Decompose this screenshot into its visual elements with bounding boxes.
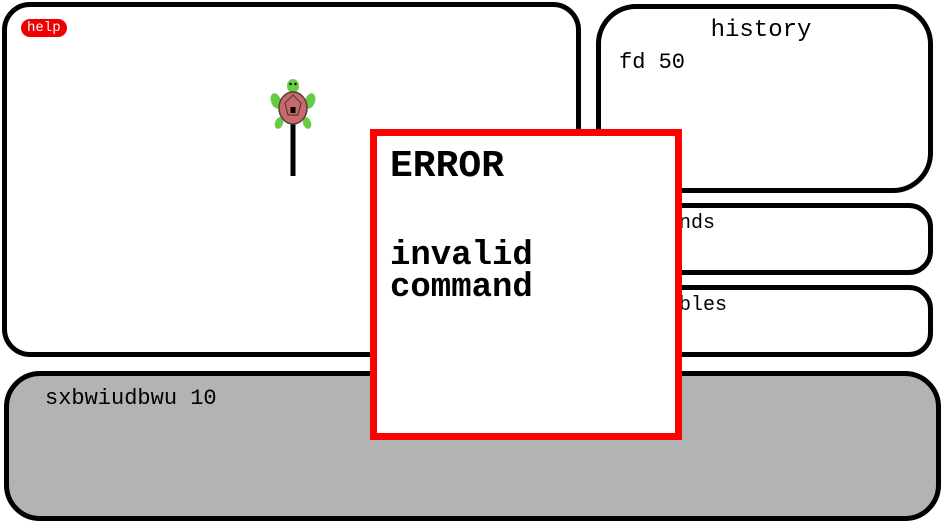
- turtle-icon: [270, 79, 316, 176]
- help-button[interactable]: help: [21, 19, 67, 37]
- command-input-text[interactable]: sxbwiudbwu 10: [45, 386, 217, 411]
- history-entry[interactable]: fd 50: [619, 49, 685, 77]
- error-message: invalid command: [390, 237, 533, 307]
- error-dialog[interactable]: ERROR invalid command: [370, 129, 682, 440]
- error-title: ERROR: [390, 145, 505, 188]
- history-title: history: [710, 17, 812, 44]
- history-list: fd 50: [619, 49, 685, 77]
- app-stage: help history fd 50 commands: [0, 0, 941, 521]
